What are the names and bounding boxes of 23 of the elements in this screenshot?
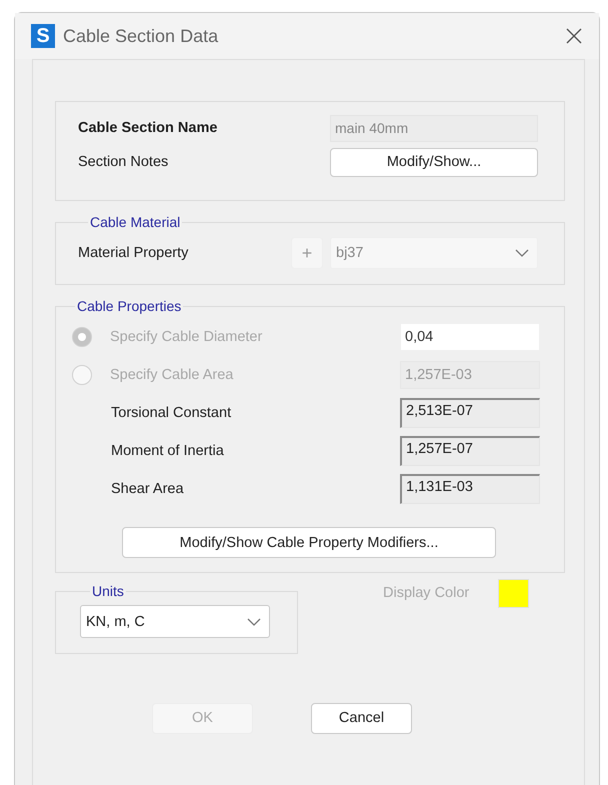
section-notes-label: Section Notes	[78, 154, 170, 170]
modify-show-button[interactable]: Modify/Show...	[330, 148, 538, 176]
group-legend: Cable Material	[88, 214, 182, 230]
property-label: Shear Area	[111, 481, 185, 497]
group-legend: Cable Properties	[75, 298, 184, 314]
app-logo: S	[31, 24, 55, 48]
option-label: Specify Cable Diameter	[110, 329, 264, 345]
option-label: Specify Cable Area	[110, 367, 234, 383]
units-dropdown[interactable]: KN, m, C	[80, 605, 270, 638]
section-name-label: Cable Section Name	[78, 120, 218, 136]
chevron-icon	[515, 249, 529, 257]
dialog-button[interactable]: Cancel	[311, 702, 412, 734]
modifiers-button[interactable]: Modify/Show Cable Property Modifiers...	[122, 527, 496, 558]
group-legend: Units	[90, 583, 126, 599]
material-property-label: Material Property	[78, 245, 190, 261]
property-label: Torsional Constant	[111, 405, 232, 421]
chevron-icon	[247, 618, 261, 626]
window-title: Cable Section Data	[63, 26, 220, 46]
display-color-label: Display Color	[383, 585, 470, 601]
value-field[interactable]: 1,257E-07	[400, 436, 540, 466]
property-label: Moment of Inertia	[111, 443, 225, 459]
value-field[interactable]: 1,131E-03	[400, 474, 540, 504]
value-field[interactable]: 2,513E-07	[400, 398, 540, 428]
